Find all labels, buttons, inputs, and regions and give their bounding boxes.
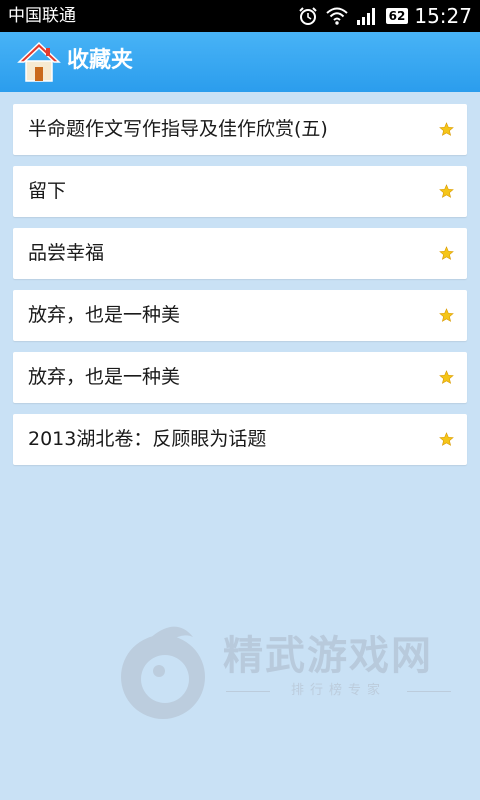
star-icon[interactable] <box>439 308 454 323</box>
favorite-item[interactable]: 放弃，也是一种美 <box>13 352 467 403</box>
favorite-item[interactable]: 半命题作文写作指导及佳作欣赏(五) <box>13 104 467 155</box>
status-time: 15:27 <box>414 4 472 28</box>
star-icon[interactable] <box>439 432 454 447</box>
page-title: 收藏夹 <box>67 48 134 73</box>
watermark-tagline: 排行榜专家 <box>226 682 451 700</box>
favorite-item[interactable]: 2013湖北卷：反顾眼为话题 <box>13 414 467 465</box>
watermark-logo-icon <box>121 626 205 719</box>
home-icon[interactable] <box>17 40 61 84</box>
favorite-item-title: 留下 <box>28 180 67 202</box>
star-icon[interactable] <box>439 122 454 137</box>
favorites-list: 半命题作文写作指导及佳作欣赏(五) 留下 品尝幸福 放弃，也是一种美 放弃，也是… <box>13 104 467 476</box>
favorite-item[interactable]: 品尝幸福 <box>13 228 467 279</box>
status-indicators: 62 15:27 <box>298 0 472 32</box>
star-icon[interactable] <box>439 246 454 261</box>
app-bar: 收藏夹 <box>0 32 480 92</box>
favorite-item-title: 放弃，也是一种美 <box>28 366 181 388</box>
signal-strength-icon <box>356 8 375 25</box>
favorite-item-title: 2013湖北卷：反顾眼为话题 <box>28 428 267 450</box>
wifi-icon <box>325 7 348 25</box>
favorite-item[interactable]: 放弃，也是一种美 <box>13 290 467 341</box>
battery-level: 62 <box>385 8 409 24</box>
carrier-name: 中国联通 <box>8 6 76 26</box>
star-icon[interactable] <box>439 184 454 199</box>
alarm-clock-icon <box>298 7 317 25</box>
favorite-item-title: 半命题作文写作指导及佳作欣赏(五) <box>28 118 328 140</box>
watermark-brand: 精武游戏网 <box>223 633 433 679</box>
star-icon[interactable] <box>439 370 454 385</box>
favorite-item-title: 品尝幸福 <box>28 242 105 264</box>
favorite-item[interactable]: 留下 <box>13 166 467 217</box>
status-bar: 中国联通 62 15:27 <box>0 0 480 32</box>
favorite-item-title: 放弃，也是一种美 <box>28 304 181 326</box>
watermark: 精武游戏网 排行榜专家 <box>113 612 463 732</box>
